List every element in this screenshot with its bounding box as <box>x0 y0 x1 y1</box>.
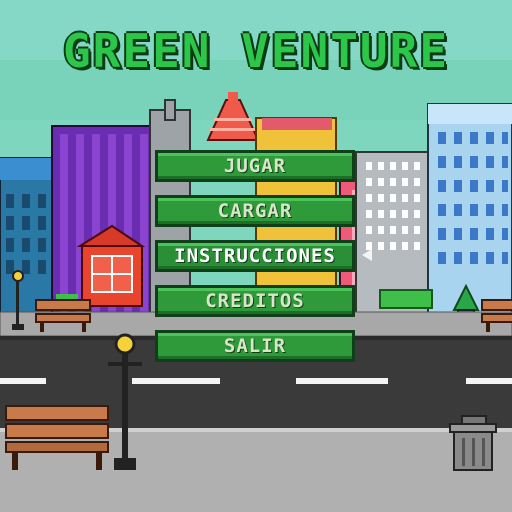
instructions-button[interactable]: INSTRUCCIONES <box>155 240 355 272</box>
pointer-arrow-icon <box>362 249 372 261</box>
game-title: GREEN VENTURE <box>62 24 450 78</box>
building-light-blue <box>427 103 512 319</box>
play-button[interactable]: JUGAR <box>155 150 355 182</box>
bush <box>379 289 433 309</box>
exit-button[interactable]: SALIR <box>155 330 355 362</box>
game-screen: GREEN VENTURE JUGAR CARGAR INSTRUCCIONES… <box>0 0 512 512</box>
trash-can-icon <box>449 415 497 471</box>
load-button[interactable]: CARGAR <box>155 195 355 227</box>
credits-button[interactable]: CREDITOS <box>155 285 355 317</box>
